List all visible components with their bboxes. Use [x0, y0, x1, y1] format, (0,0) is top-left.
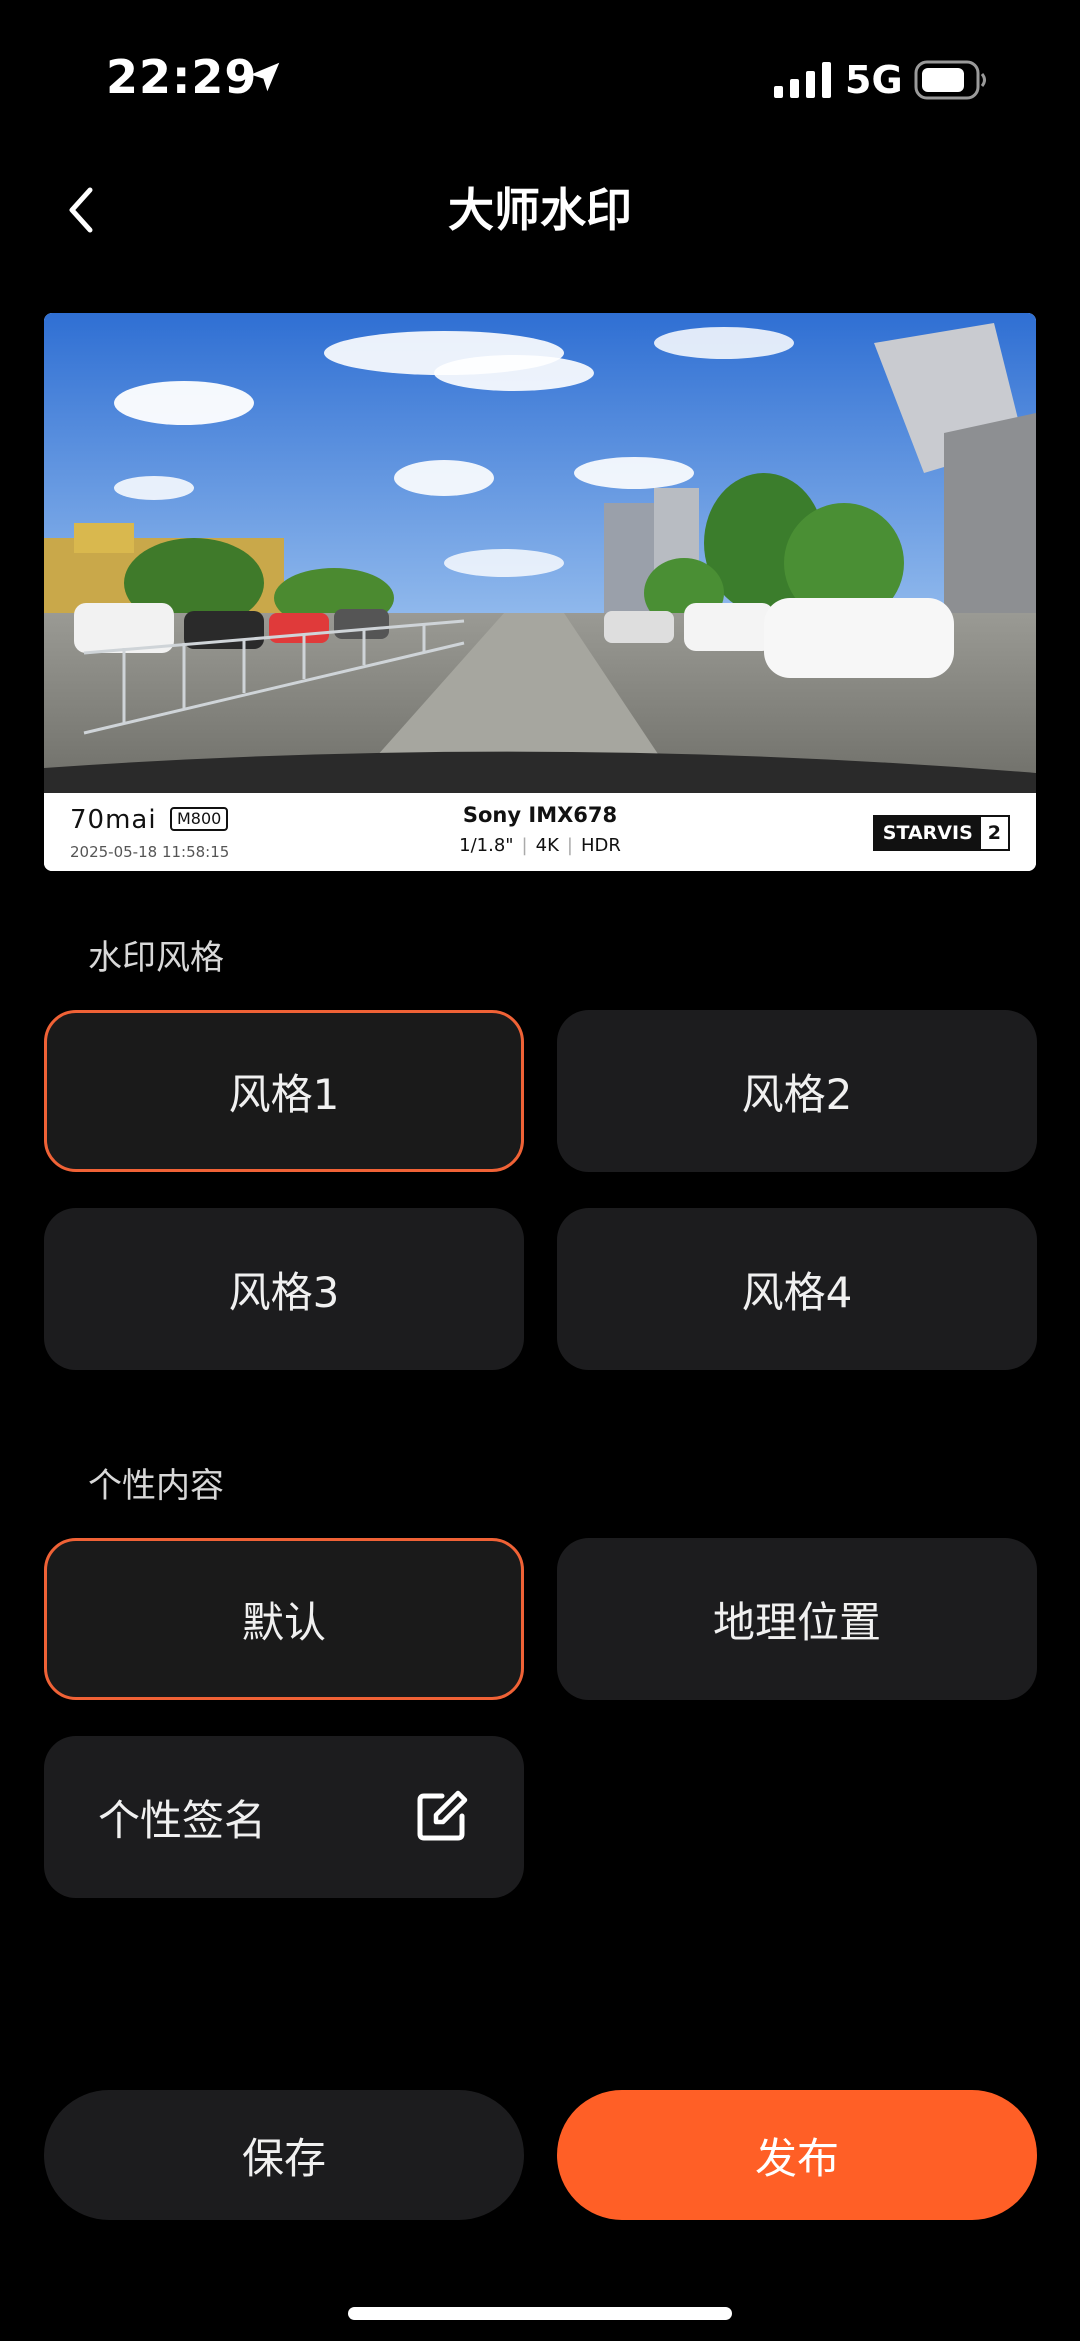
back-button[interactable] — [52, 172, 108, 248]
edit-icon[interactable] — [412, 1788, 470, 1846]
battery-icon — [914, 60, 986, 100]
watermark-spec: 1/1.8" — [459, 835, 514, 856]
style-option-2[interactable]: 风格2 — [557, 1010, 1037, 1172]
watermark-bar: 70mai M800 2025-05-18 11:58:15 Sony IMX6… — [44, 793, 1036, 871]
style-option-3[interactable]: 风格3 — [44, 1208, 524, 1370]
preview-photo — [44, 313, 1036, 793]
cellular-signal-icon — [774, 62, 831, 98]
publish-button[interactable]: 发布 — [557, 2090, 1037, 2220]
style-option-1[interactable]: 风格1 — [44, 1010, 524, 1172]
starvis-badge-text: STARVIS — [874, 817, 981, 849]
location-arrow-icon — [250, 62, 280, 92]
watermark-spec: 4K — [535, 835, 559, 856]
content-option-signature[interactable]: 个性签名 — [44, 1736, 524, 1898]
watermark-preview: 70mai M800 2025-05-18 11:58:15 Sony IMX6… — [44, 313, 1036, 871]
starvis-badge: STARVIS 2 — [872, 815, 1010, 851]
content-option-location[interactable]: 地理位置 — [557, 1538, 1037, 1700]
watermark-spec: HDR — [580, 835, 621, 856]
signature-label: 个性签名 — [98, 1795, 267, 1845]
watermark-style-label: 水印风格 — [88, 938, 224, 978]
status-bar: 22:29 5G — [0, 0, 1080, 150]
style-option-4[interactable]: 风格4 — [557, 1208, 1037, 1370]
save-button[interactable]: 保存 — [44, 2090, 524, 2220]
chevron-left-icon — [69, 187, 93, 233]
status-time: 22:29 — [106, 50, 258, 104]
page-title: 大师水印 — [448, 183, 632, 237]
custom-content-label: 个性内容 — [88, 1466, 224, 1506]
content-option-default[interactable]: 默认 — [44, 1538, 524, 1700]
network-label: 5G — [845, 58, 903, 102]
home-indicator[interactable] — [348, 2307, 732, 2320]
starvis-badge-number: 2 — [980, 817, 1008, 849]
